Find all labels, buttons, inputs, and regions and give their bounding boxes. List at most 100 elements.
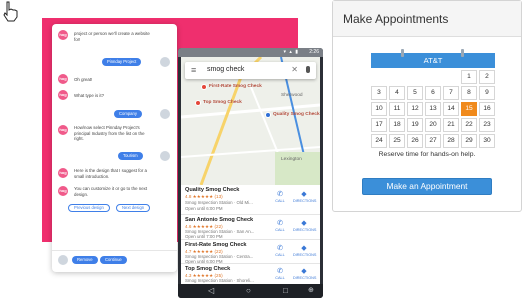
directions-button[interactable]: ◆ DIRECTIONS [293,268,316,280]
map-label: Lexington [281,157,302,162]
call-button[interactable]: ✆ CALL [269,191,291,203]
calendar-day[interactable]: 21 [443,118,459,132]
chat-message: hog Oh great! [58,74,171,86]
calendar-day[interactable]: 8 [461,86,477,100]
result-detail: Smog Inspection Station · Shoreli... [185,278,254,283]
calendar-day[interactable]: 16 [479,102,495,116]
directions-button[interactable]: ◆ DIRECTIONS [293,220,316,232]
calendar-ring [461,49,464,57]
android-nav-bar: ◁ ○ □ ⊕ [178,284,323,298]
map-label: First-Rate Smog Check [209,84,262,89]
calendar-day[interactable]: 6 [425,86,441,100]
message-text: Oh great! [74,77,93,82]
bot-avatar: hog [58,30,68,40]
call-button[interactable]: ✆ CALL [269,220,291,232]
list-item[interactable]: Top Smog Check 4.3 ★★★★★ (25) Smog Inspe… [181,264,320,284]
list-item[interactable]: San Antonio Smog Check 4.6 ★★★★★ (22) Sm… [181,215,320,240]
directions-button[interactable]: ◆ DIRECTIONS [293,191,316,203]
calendar-day[interactable]: 30 [479,134,495,148]
back-icon[interactable]: ◁ [208,286,214,295]
mic-icon[interactable] [306,66,310,73]
calendar-day[interactable]: 2 [479,70,495,84]
list-item[interactable]: Quality Smog Check 4.8 ★★★★★ (13) Smog I… [181,185,320,215]
calendar-day[interactable]: 13 [425,102,441,116]
chat-message: hog What type is it? [58,90,171,102]
message-text: What type is it? [74,93,105,98]
map-label: Top Smog Check [203,100,242,105]
user-avatar [160,57,170,67]
calendar-day[interactable]: 14 [443,102,459,116]
result-detail: Smog Inspection Station · Old Mi... [185,200,253,205]
calendar-day[interactable]: 27 [425,134,441,148]
calendar-day[interactable]: 22 [461,118,477,132]
reserve-note: Reserve time for hands-on help. [378,151,476,158]
calendar: AT&T 1 2 3 4 5 6 7 8 9 10 11 12 13 14 15 16 17 18 19 20 21 22… [371,49,495,148]
directions-icon: ◆ [301,191,307,198]
next-design-button[interactable]: Next design [116,204,151,212]
reply-bubble[interactable]: Tourism [118,152,143,160]
chat-message: hog You can customize it or go to the ne… [58,186,171,202]
map-label: Sherwood [281,93,303,98]
map-pin[interactable] [265,112,271,118]
result-name: First-Rate Smog Check [185,242,247,248]
calendar-day[interactable]: 19 [407,118,423,132]
message-text: How/now select Pinnday Project's princip… [74,125,145,142]
calendar-day[interactable]: 24 [371,134,387,148]
calendar-day[interactable]: 5 [407,86,423,100]
calendar-day[interactable]: 17 [371,118,387,132]
calendar-day[interactable]: 3 [371,86,387,100]
calendar-day[interactable]: 25 [389,134,405,148]
bot-avatar: hog [58,74,68,84]
phone-icon: ✆ [277,268,283,275]
call-button[interactable]: ✆ CALL [269,245,291,257]
search-bar[interactable]: ≡ smog check ✕ [185,62,316,79]
chat-message: hog Here is the design that I suggest fo… [58,168,171,184]
home-icon[interactable]: ○ [246,286,251,295]
list-item[interactable]: First-Rate Smog Check 4.7 ★★★★★ (22) Smo… [181,240,320,264]
map-pin[interactable] [201,84,207,90]
calendar-day[interactable]: 1 [461,70,477,84]
result-name: Top Smog Check [185,266,231,272]
calendar-day[interactable]: 28 [443,134,459,148]
reply-bubble[interactable]: Company [114,110,142,118]
reply-bubble[interactable]: Pinnday Project [102,58,142,66]
make-appointment-button[interactable]: Make an Appointment [362,178,492,195]
continue-button[interactable]: Continue [100,256,127,264]
previous-design-button[interactable]: Previous design [68,204,110,212]
remove-button[interactable]: Remove [72,256,98,264]
result-name: Quality Smog Check [185,187,240,193]
map-view[interactable]: ≡ smog check ✕ First-Rate Smog Check Top… [181,57,320,185]
phone-icon: ✆ [277,191,283,198]
calendar-day[interactable]: 18 [389,118,405,132]
map-pin[interactable] [195,100,201,106]
calendar-day[interactable]: 20 [425,118,441,132]
calendar-day[interactable]: 23 [479,118,495,132]
calendar-day[interactable]: 10 [371,102,387,116]
zoom-icon[interactable]: ⊕ [308,286,314,294]
calendar-day[interactable]: 12 [407,102,423,116]
close-icon[interactable]: ✕ [291,65,298,74]
card-header: Make Appointments [333,1,521,37]
directions-icon: ◆ [301,245,307,252]
message-text: project or person we'll create a website… [74,31,150,42]
recents-icon[interactable]: □ [283,286,288,295]
phone-icon: ✆ [277,220,283,227]
calendar-day-selected[interactable]: 15 [461,102,477,116]
chat-message: hog How/now select Pinnday Project's pri… [58,125,171,151]
calendar-day[interactable]: 7 [443,86,459,100]
search-input[interactable]: smog check [207,66,244,73]
calendar-day[interactable]: 9 [479,86,495,100]
calendar-day[interactable]: 4 [389,86,405,100]
call-button[interactable]: ✆ CALL [269,268,291,280]
directions-button[interactable]: ◆ DIRECTIONS [293,245,316,257]
divider [52,250,177,251]
result-hours: Open until 6:00 PM [185,206,223,211]
calendar-day[interactable]: 26 [407,134,423,148]
chat-message: hog project or person we'll create a web… [58,30,171,46]
status-time: 2:26 [309,49,319,55]
calendar-day[interactable]: 29 [461,134,477,148]
calendar-day[interactable]: 11 [389,102,405,116]
hand-cursor-icon [3,1,18,22]
menu-icon[interactable]: ≡ [191,65,196,75]
user-avatar [160,109,170,119]
